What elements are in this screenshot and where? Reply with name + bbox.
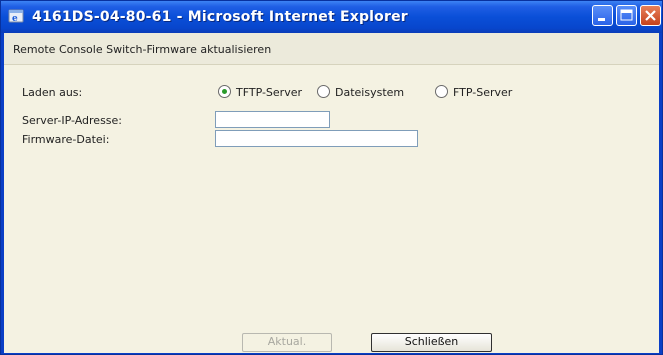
firmware-file-label: Firmware-Datei: bbox=[22, 133, 110, 146]
firmware-file-input[interactable] bbox=[215, 130, 418, 147]
radio-label: FTP-Server bbox=[453, 86, 513, 99]
radio-ftp-server[interactable]: FTP-Server bbox=[435, 85, 535, 99]
update-button[interactable]: Aktual. bbox=[242, 333, 332, 352]
browser-window: e 4161DS-04-80-61 - Microsoft Internet E… bbox=[0, 0, 663, 355]
minimize-button[interactable] bbox=[592, 5, 613, 26]
close-icon bbox=[645, 10, 656, 21]
radio-tftp-server[interactable]: TFTP-Server bbox=[218, 85, 313, 99]
radio-button[interactable] bbox=[435, 85, 448, 98]
svg-text:e: e bbox=[12, 14, 18, 24]
minimize-icon bbox=[598, 18, 605, 21]
radio-dateisystem[interactable]: Dateisystem bbox=[317, 85, 427, 99]
radio-button-checked[interactable] bbox=[218, 85, 231, 98]
page-header: Remote Console Switch-Firmware aktualisi… bbox=[4, 33, 659, 65]
maximize-button[interactable] bbox=[616, 5, 637, 26]
close-button[interactable] bbox=[640, 5, 661, 26]
load-from-label: Laden aus: bbox=[22, 86, 83, 99]
internet-explorer-icon: e bbox=[8, 9, 24, 24]
server-ip-input[interactable] bbox=[215, 111, 330, 128]
page-content: Remote Console Switch-Firmware aktualisi… bbox=[4, 33, 659, 353]
radio-label: TFTP-Server bbox=[236, 86, 303, 99]
radio-button[interactable] bbox=[317, 85, 330, 98]
window-title: 4161DS-04-80-61 - Microsoft Internet Exp… bbox=[32, 9, 408, 25]
page-title: Remote Console Switch-Firmware aktualisi… bbox=[13, 43, 272, 56]
server-ip-label: Server-IP-Adresse: bbox=[22, 114, 122, 127]
close-dialog-button[interactable]: Schließen bbox=[371, 333, 492, 352]
radio-label: Dateisystem bbox=[335, 86, 405, 99]
title-bar[interactable]: e 4161DS-04-80-61 - Microsoft Internet E… bbox=[1, 1, 662, 33]
maximize-icon bbox=[620, 9, 633, 21]
